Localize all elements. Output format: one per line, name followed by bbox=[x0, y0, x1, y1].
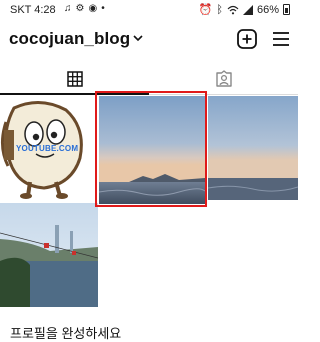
wifi-icon bbox=[227, 5, 239, 14]
cable-car-photo bbox=[0, 203, 98, 307]
tagged-person-icon bbox=[215, 70, 232, 87]
settings-icon: ⚙ bbox=[75, 3, 85, 14]
sunset-sea-photo-2 bbox=[208, 96, 298, 200]
complete-profile-prompt[interactable]: 프로필을 완성하세요 bbox=[10, 323, 121, 342]
tab-grid[interactable] bbox=[0, 64, 149, 94]
battery-percent: 66% bbox=[256, 3, 279, 16]
menu-icon[interactable] bbox=[270, 28, 292, 50]
signal-icon bbox=[242, 4, 253, 15]
status-time: SKT 4:28 bbox=[10, 4, 56, 16]
alarm-icon: ⏰ bbox=[198, 4, 213, 16]
add-post-icon[interactable] bbox=[236, 28, 258, 50]
chat-icon: ◉ bbox=[88, 3, 98, 14]
grid-icon bbox=[66, 71, 83, 87]
battery-icon bbox=[283, 4, 290, 15]
profile-header: cocojuan_blog bbox=[0, 24, 298, 56]
tab-tagged[interactable] bbox=[149, 64, 298, 94]
bluetooth-icon: ᛒ bbox=[216, 3, 223, 16]
post-thumbnail-sunset-sea-2[interactable] bbox=[208, 96, 298, 200]
selection-highlight-box bbox=[95, 91, 207, 207]
username-title[interactable]: cocojuan_blog bbox=[9, 29, 130, 49]
status-bar: SKT 4:28 ♫ ⚙ ◉ • ⏰ ᛒ 66% bbox=[0, 0, 298, 20]
post-thumbnail-cable-car[interactable] bbox=[0, 203, 98, 307]
music-note-icon: ♫ bbox=[64, 3, 72, 14]
dot-icon: • bbox=[101, 3, 105, 14]
chevron-down-icon[interactable] bbox=[132, 32, 144, 44]
post-watermark-text: YOUTUBE.COM bbox=[16, 144, 79, 153]
